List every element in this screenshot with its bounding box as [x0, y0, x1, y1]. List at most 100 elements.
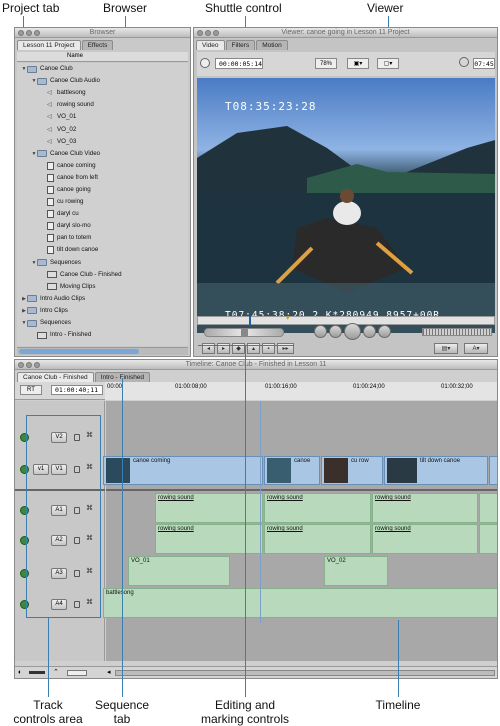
- prev-edit-button[interactable]: [314, 325, 327, 338]
- clip-rowing-a2-2[interactable]: rowing sound: [264, 524, 371, 554]
- clip-rowing-a2-3[interactable]: rowing sound: [372, 524, 478, 554]
- clip-partial[interactable]: [489, 456, 497, 485]
- clip-rowing-a1-1[interactable]: rowing sound: [155, 493, 263, 523]
- browser-item[interactable]: ▼ Canoe Club: [17, 63, 188, 75]
- a3-autoselect-icon[interactable]: ⌘: [86, 567, 93, 575]
- browser-item[interactable]: ◁ rowing sound: [17, 99, 188, 111]
- browser-titlebar[interactable]: Browser: [15, 28, 190, 38]
- clip-rowing-a2-4[interactable]: [479, 524, 497, 554]
- track-v1[interactable]: V1: [51, 464, 67, 475]
- a4-speaker-icon[interactable]: [20, 600, 29, 609]
- timeline-scrollbar[interactable]: [115, 670, 495, 676]
- clip-rowing-a1-2[interactable]: rowing sound: [264, 493, 371, 523]
- clip-cu-row[interactable]: cu row: [321, 456, 383, 485]
- browser-item[interactable]: canoe coming: [17, 160, 188, 172]
- browser-item[interactable]: daryl cu: [17, 208, 188, 220]
- viewer-video-frame[interactable]: T08:35:23:28 T07:45:38:20 2 K*280949 895…: [197, 78, 495, 333]
- clip-overlays-toggle[interactable]: ◐: [18, 669, 22, 676]
- viewer-titlebar[interactable]: Viewer: canoe going in Lesson 11 Project: [194, 28, 497, 38]
- browser-item[interactable]: tilt down canoe: [17, 244, 188, 256]
- view-popup[interactable]: ▣▾: [347, 58, 369, 69]
- track-a4[interactable]: A4: [51, 599, 67, 610]
- timeline-titlebar[interactable]: Timeline: Canoe Club - Finished in Lesso…: [15, 360, 497, 370]
- window-controls[interactable]: [18, 362, 40, 368]
- browser-item[interactable]: daryl slo-mo: [17, 220, 188, 232]
- a4-autoselect-icon[interactable]: ⌘: [86, 598, 93, 606]
- v2-autoselect-icon[interactable]: ⌘: [86, 431, 93, 439]
- tab-video[interactable]: Video: [196, 40, 225, 50]
- tab-sequence-canoe[interactable]: Canoe Club - Finished: [17, 372, 94, 382]
- clip-rowing-a1-3[interactable]: rowing sound: [372, 493, 478, 523]
- clip-vo-01[interactable]: VO_01: [128, 556, 230, 586]
- browser-item[interactable]: ◁ VO_01: [17, 111, 188, 123]
- browser-item[interactable]: ◁ battlesong: [17, 87, 188, 99]
- track-height-control[interactable]: [29, 671, 45, 674]
- tab-effects[interactable]: Effects: [81, 40, 114, 50]
- crosshair-icon[interactable]: [200, 58, 210, 68]
- track-v2[interactable]: V2: [51, 432, 67, 443]
- time-ruler[interactable]: 00:00 01:00:08;00 01:00:16;00 01:00:24;0…: [105, 382, 497, 400]
- browser-item[interactable]: ▼ Sequences: [17, 317, 188, 329]
- duration-field[interactable]: 00:00:05:14: [215, 58, 263, 69]
- clip-battlesong[interactable]: battlesong: [103, 588, 497, 618]
- v1-autoselect-icon[interactable]: ⌘: [86, 463, 93, 471]
- clip-canoe[interactable]: canoe: [264, 456, 320, 485]
- browser-item[interactable]: canoe going: [17, 184, 188, 196]
- browser-item[interactable]: ◁ VO_02: [17, 123, 188, 135]
- source-v1[interactable]: v1: [33, 464, 49, 475]
- a1-lock-icon[interactable]: [74, 507, 80, 514]
- v1-lock-icon[interactable]: [74, 466, 80, 473]
- play-reverse-button[interactable]: [329, 325, 342, 338]
- zoom-popup[interactable]: 78%: [315, 58, 337, 69]
- tab-motion[interactable]: Motion: [256, 40, 288, 50]
- scroll-thumb[interactable]: [19, 349, 139, 354]
- play-button[interactable]: [344, 323, 361, 340]
- track-layout-popup[interactable]: ⌃: [53, 668, 59, 676]
- browser-item[interactable]: cu rowing: [17, 196, 188, 208]
- next-edit-button[interactable]: [378, 325, 391, 338]
- a1-speaker-icon[interactable]: [20, 506, 29, 515]
- a3-lock-icon[interactable]: [74, 570, 80, 577]
- clip-vo-02[interactable]: VO_02: [324, 556, 388, 586]
- window-controls[interactable]: [18, 30, 40, 36]
- browser-item[interactable]: Intro - Finished: [17, 329, 188, 341]
- zoom-slider[interactable]: [67, 670, 87, 676]
- clip-canoe-coming[interactable]: canoe coming: [103, 456, 263, 485]
- browser-item[interactable]: ▶ Intro Audio Clips: [17, 293, 188, 305]
- a2-lock-icon[interactable]: [74, 537, 80, 544]
- browser-item[interactable]: ◁ VO_03: [17, 136, 188, 148]
- tab-project[interactable]: Lesson 11 Project: [17, 40, 81, 50]
- recent-clips-popup[interactable]: ▤▾: [434, 343, 458, 354]
- scrubber-bar[interactable]: ▾: [197, 314, 495, 326]
- playhead-marker[interactable]: [249, 316, 251, 326]
- v2-visibility-icon[interactable]: [20, 433, 29, 442]
- current-timecode[interactable]: 07:45: [473, 58, 495, 69]
- track-a3[interactable]: A3: [51, 568, 67, 579]
- browser-item[interactable]: ▼ Sequences: [17, 257, 188, 269]
- browser-item[interactable]: ▼ Canoe Club Video: [17, 148, 188, 160]
- window-controls[interactable]: [197, 30, 219, 36]
- rt-popup[interactable]: RT: [20, 385, 42, 395]
- browser-item[interactable]: Moving Clips: [17, 281, 188, 293]
- clip-rowing-a2-1[interactable]: rowing sound: [155, 524, 263, 554]
- browser-item[interactable]: Canoe Club - Finished: [17, 269, 188, 281]
- shuttle-knob[interactable]: [241, 328, 248, 337]
- track-a1[interactable]: A1: [51, 505, 67, 516]
- play-in-out-button[interactable]: [363, 325, 376, 338]
- shuttle-control[interactable]: [204, 328, 284, 337]
- jog-control[interactable]: [422, 328, 492, 336]
- v1-visibility-icon[interactable]: [20, 465, 29, 474]
- generator-popup[interactable]: A▾: [464, 343, 488, 354]
- in-point-marker[interactable]: ▾: [286, 314, 290, 322]
- timeline-playhead[interactable]: [260, 401, 261, 623]
- column-name-label[interactable]: Name: [67, 53, 83, 59]
- a1-autoselect-icon[interactable]: ⌘: [86, 504, 93, 512]
- clip-tilt-down-canoe[interactable]: tilt down canoe: [384, 456, 488, 485]
- tab-filters[interactable]: Filters: [225, 40, 256, 50]
- a4-lock-icon[interactable]: [74, 601, 80, 608]
- refresh-icon[interactable]: [459, 57, 469, 67]
- a2-speaker-icon[interactable]: [20, 536, 29, 545]
- browser-item[interactable]: ▶ Intro Clips: [17, 305, 188, 317]
- track-a2[interactable]: A2: [51, 535, 67, 546]
- overlay-popup[interactable]: ▢▾: [377, 58, 399, 69]
